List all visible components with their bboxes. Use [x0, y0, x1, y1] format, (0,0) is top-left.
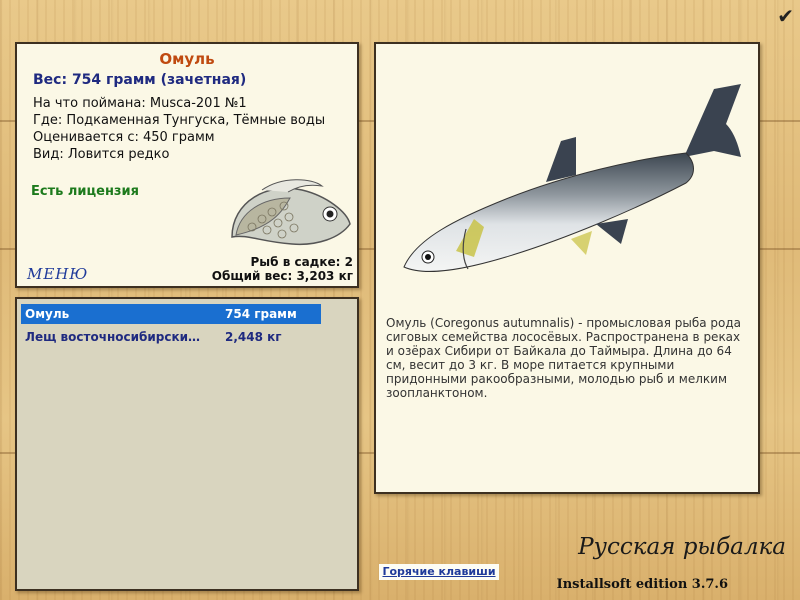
fish-illustration [403, 84, 741, 272]
catch-list-row-weight: 2,448 кг [225, 330, 282, 344]
fish-description-text: Омуль (Coregonus autumnalis) - промыслов… [386, 316, 741, 400]
catch-list-row[interactable]: Лещ восточносибирски… 2,448 кг [21, 327, 321, 347]
fish-description-panel: Омуль (Coregonus autumnalis) - промыслов… [374, 42, 760, 494]
catch-list-row-name: Омуль [25, 307, 70, 321]
catch-list-row[interactable]: Омуль 754 грамм [21, 304, 321, 324]
kind-line: Вид: Ловится редко [33, 147, 170, 162]
fish-name: Омуль [159, 50, 215, 68]
edition-label: Installsoft edition 3.7.6 [556, 577, 728, 592]
license-status: Есть лицензия [31, 184, 139, 199]
catch-info-panel: Омуль Вес: 754 грамм (зачетная) На что п… [15, 42, 359, 288]
location-line: Где: Подкаменная Тунгуска, Тёмные воды [33, 113, 326, 128]
fish-emblem-image [231, 179, 351, 246]
catch-list-row-weight: 754 грамм [225, 307, 297, 321]
menu-button[interactable]: МЕНЮ [27, 265, 88, 283]
total-weight: Общий вес: 3,203 кг [211, 269, 353, 283]
game-title: Русская рыбалка [578, 534, 786, 560]
bait-line: На что поймана: Musca-201 №1 [33, 96, 247, 111]
hotkeys-link[interactable]: Горячие клавиши [379, 564, 499, 580]
fish-weight: Вес: 754 грамм (зачетная) [33, 72, 247, 88]
rating-line: Оценивается с: 450 грамм [33, 130, 215, 145]
catch-list-panel: Омуль 754 грамм Лещ восточносибирски… 2,… [15, 297, 359, 591]
keepnet-count: Рыб в садке: 2 [250, 255, 354, 269]
catch-list-row-name: Лещ восточносибирски… [25, 330, 201, 344]
checkmark-icon[interactable]: ✔ [777, 4, 794, 28]
